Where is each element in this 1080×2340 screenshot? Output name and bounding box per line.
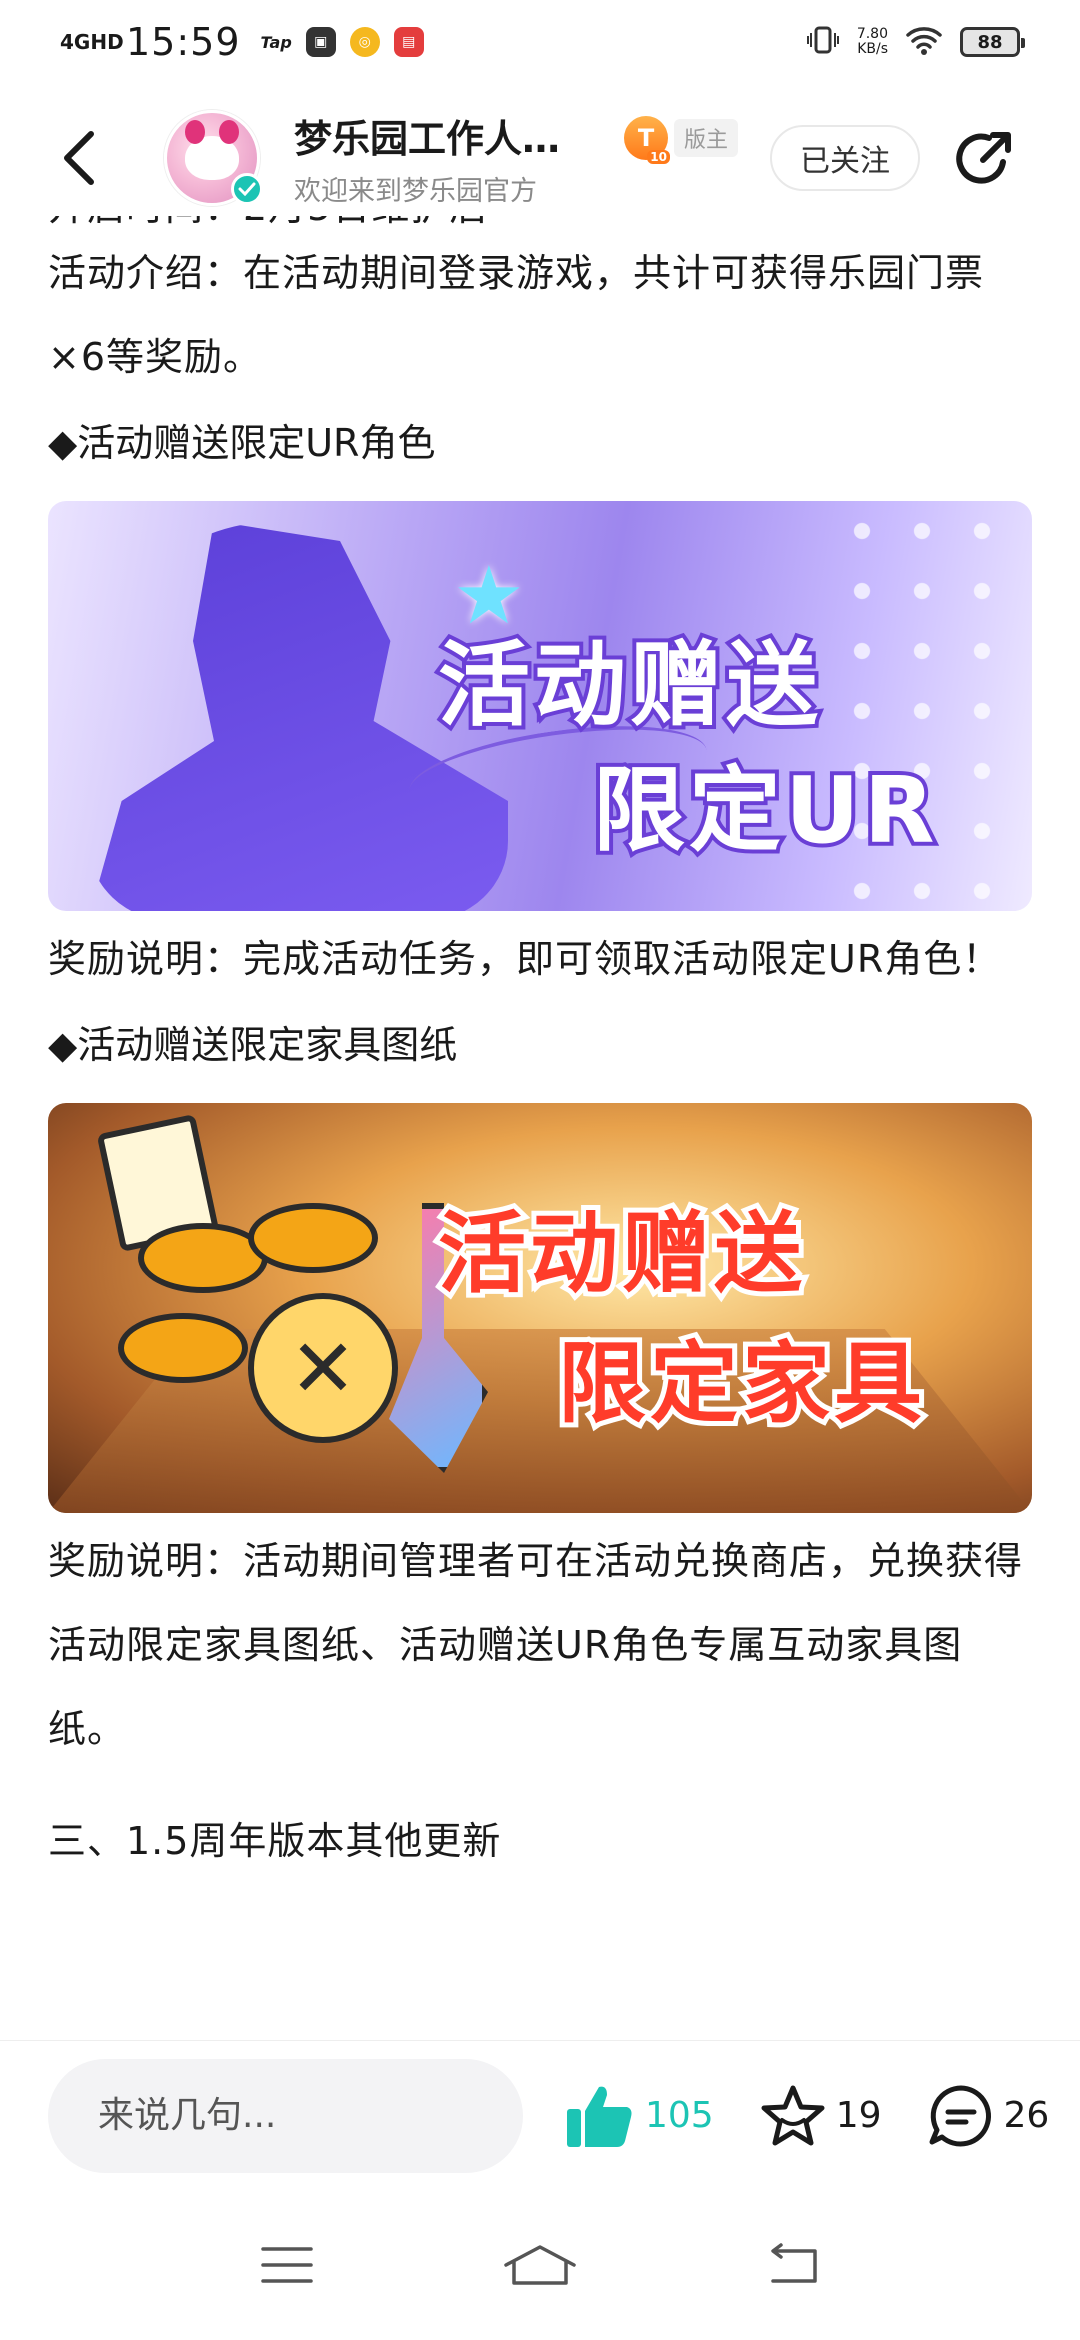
post-content: 开启时间：2月5日维护后 活动介绍：在活动期间登录游戏，共计可获得乐园门票×6等… (48, 191, 1038, 1883)
status-time: 15:59 (126, 20, 241, 64)
banner-title-line1: 活动赠送 (433, 1197, 807, 1310)
author-info[interactable]: 梦乐园工作人… 欢迎来到梦乐园官方 (294, 108, 624, 208)
back-button[interactable] (44, 123, 114, 193)
like-count: 105 (645, 2095, 714, 2136)
share-button[interactable] (950, 123, 1020, 193)
author-avatar[interactable] (164, 110, 263, 206)
return-icon (771, 2243, 818, 2283)
comment-count: 26 (1003, 2095, 1050, 2136)
comment-input[interactable] (48, 2058, 523, 2173)
bottom-action-bar: 105 19 26 (0, 2040, 1080, 2190)
like-button[interactable]: 105 (565, 2083, 714, 2149)
thumbs-up-icon (567, 2086, 632, 2147)
furniture-reward-paragraph: 奖励说明：活动期间管理者可在活动兑换商店，兑换获得活动限定家具图纸、活动赠送UR… (48, 1539, 1024, 1751)
share-icon (956, 132, 1012, 184)
avatar-character-image (185, 120, 239, 180)
signal-indicator: 4GHD (60, 30, 124, 54)
notification-app-icon: ▣ (305, 27, 336, 57)
menu-icon (260, 2247, 313, 2283)
author-subtitle: 欢迎来到梦乐园官方 (294, 176, 537, 207)
ur-character-banner-image[interactable]: ★ 活动赠送 限定UR (48, 501, 1032, 911)
back-nav-button[interactable] (748, 2235, 838, 2295)
author-name: 梦乐园工作人… (294, 117, 561, 161)
notification-app-icon: ▤ (393, 27, 424, 57)
furniture-banner-image[interactable]: ✕ 活动赠送 限定家具 (48, 1103, 1032, 1513)
banner-title-line1: 活动赠送 (434, 628, 823, 743)
system-navigation-bar (0, 2190, 1080, 2340)
favorite-count: 19 (835, 2095, 882, 2136)
section-heading: 三、1.5周年版本其他更新 (48, 1819, 502, 1863)
level-badge: T 10 (624, 116, 670, 164)
verified-badge-icon (231, 173, 263, 205)
post-header: 梦乐园工作人… 欢迎来到梦乐园官方 T 10 版主 已关注 (0, 100, 1080, 216)
banner-title-line2: 限定家具 (553, 1327, 927, 1440)
network-speed-unit: KB/s (857, 41, 888, 57)
menu-nav-button[interactable] (242, 2235, 332, 2295)
bass-drum-icon: ✕ (248, 1293, 398, 1443)
activity-intro-paragraph: 活动介绍：在活动期间登录游戏，共计可获得乐园门票×6等奖励。 (48, 251, 985, 379)
drum-icon (248, 1203, 378, 1273)
wifi-icon (906, 25, 942, 59)
furniture-heading: ◆活动赠送限定家具图纸 (48, 1023, 458, 1067)
moderator-badge: 版主 (674, 119, 739, 157)
status-bar: 4GHD 15:59 Tap ▣ ◎ ▤ 7.80 KB/s 88 (0, 0, 1080, 84)
home-icon (504, 2245, 576, 2285)
comment-bubble-icon (929, 2085, 991, 2146)
level-badge-letter: T (637, 124, 655, 152)
level-badge-number: 10 (647, 150, 670, 164)
favorite-button[interactable]: 19 (760, 2084, 882, 2148)
battery-indicator: 88 (960, 27, 1025, 57)
banner-title-line2: 限定UR (589, 753, 939, 868)
drum-icon (118, 1313, 248, 1383)
network-speed: 7.80 KB/s (857, 27, 888, 57)
home-nav-button[interactable] (495, 2235, 585, 2295)
comment-button[interactable]: 26 (928, 2084, 1050, 2148)
star-outline-icon (761, 2085, 825, 2145)
tap-app-icon: Tap (260, 32, 292, 52)
notification-app-icon: ◎ (349, 27, 380, 57)
follow-button[interactable]: 已关注 (770, 125, 921, 191)
chevron-left-icon (64, 131, 94, 185)
ur-reward-paragraph: 奖励说明：完成活动任务，即可领取活动限定UR角色！ (48, 937, 1002, 981)
vibrate-icon (806, 25, 839, 59)
ur-character-heading: ◆活动赠送限定UR角色 (48, 421, 436, 465)
network-speed-value: 7.80 (856, 26, 888, 42)
